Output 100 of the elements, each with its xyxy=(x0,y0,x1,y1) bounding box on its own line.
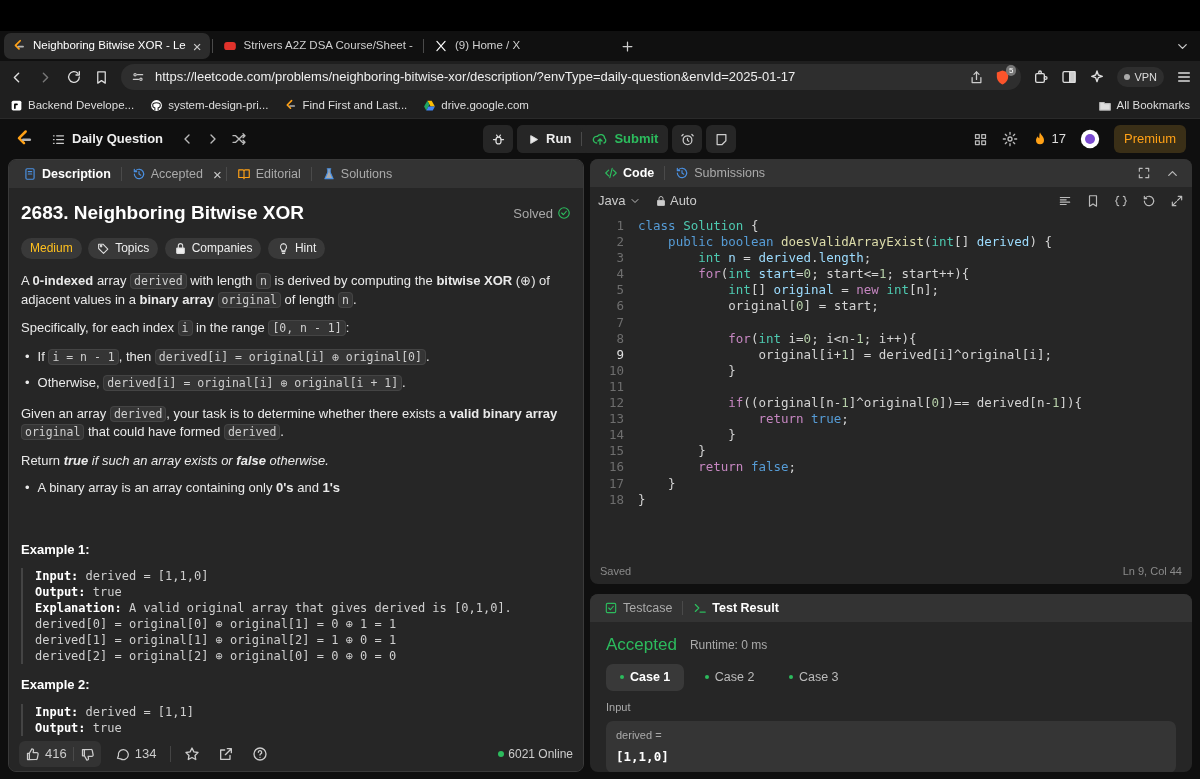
share-icon[interactable] xyxy=(218,746,235,762)
panel-tab[interactable]: Accepted xyxy=(125,162,209,186)
panel-tab[interactable]: Editorial xyxy=(230,162,307,186)
line-number: 5 xyxy=(615,282,625,299)
solved-status: Solved xyxy=(513,204,553,223)
example-heading: Example 1: xyxy=(21,540,91,559)
help-icon[interactable] xyxy=(252,746,269,762)
lock-icon xyxy=(173,242,187,256)
cloud-upload-icon xyxy=(592,131,609,147)
thumbs-up-icon xyxy=(25,746,40,762)
language-dropdown[interactable]: Java xyxy=(598,190,641,211)
bookmark-link[interactable]: All Bookmarks xyxy=(1097,96,1190,115)
fullscreen-icon[interactable] xyxy=(1137,166,1151,180)
browser-tab[interactable]: Strivers A2Z DSA Course/Sheet - xyxy=(214,33,421,59)
input-label: Input xyxy=(606,699,632,715)
case-tab[interactable]: Case 1 xyxy=(606,664,685,691)
avatar-icon[interactable] xyxy=(1079,129,1100,149)
grid-icon[interactable] xyxy=(972,131,988,147)
share-icon[interactable] xyxy=(969,69,985,85)
code-line: } xyxy=(697,443,706,460)
braces-icon[interactable] xyxy=(1114,193,1128,208)
expand-icon[interactable] xyxy=(1170,193,1184,208)
save-status: Saved xyxy=(600,563,632,579)
star-icon[interactable] xyxy=(184,746,201,762)
bookmark-link[interactable]: drive.google.com xyxy=(423,96,529,115)
code-line: class Solution { xyxy=(638,218,759,235)
book-icon xyxy=(236,167,251,181)
line-number: 7 xyxy=(615,314,625,331)
x-logo-icon xyxy=(433,39,448,53)
site-settings-icon[interactable] xyxy=(131,70,145,84)
example-line: Explanation: A valid original array that gives derived is [0,1,0]. xyxy=(35,600,513,617)
panel-tab[interactable]: Test Result xyxy=(687,596,785,620)
browser-tab[interactable]: Neighboring Bitwise XOR - Le × xyxy=(4,33,210,59)
result-status: Accepted xyxy=(606,634,677,656)
debug-button[interactable] xyxy=(483,125,514,153)
r-logo-icon xyxy=(10,99,23,112)
status-dot xyxy=(1124,74,1131,80)
problem-title: 2683. Neighboring Bitwise XOR xyxy=(21,202,304,225)
reload-icon[interactable] xyxy=(66,69,82,85)
panel-tab[interactable]: Solutions xyxy=(315,162,399,186)
line-number: 16 xyxy=(607,459,625,476)
menu-icon[interactable] xyxy=(1176,69,1192,85)
extensions-icon[interactable] xyxy=(1033,69,1050,85)
bookmark-link[interactable]: system-design-pri... xyxy=(150,96,269,115)
tag-button[interactable]: Hint xyxy=(267,237,326,260)
line-number: 3 xyxy=(615,250,625,267)
sparkle-icon[interactable] xyxy=(1089,69,1106,85)
sidebar-icon[interactable] xyxy=(1061,69,1078,85)
close-icon[interactable]: × xyxy=(212,166,222,182)
runtime-text: Runtime: 0 ms xyxy=(689,636,768,654)
code-line: int n = derived.length; xyxy=(697,250,872,267)
new-tab-icon[interactable] xyxy=(619,38,635,54)
check-circle-icon xyxy=(557,206,571,221)
bookmark-icon[interactable] xyxy=(1086,193,1100,208)
premium-button[interactable]: Premium xyxy=(1113,125,1186,153)
panel-tab[interactable]: Testcase xyxy=(598,596,679,620)
streak-count: 17 xyxy=(1051,130,1066,149)
count-badge: 5 xyxy=(1005,64,1017,76)
tag-button[interactable]: Companies xyxy=(164,237,262,260)
case-tab[interactable]: Case 3 xyxy=(774,664,853,691)
alarm-icon xyxy=(679,131,695,147)
lock-icon xyxy=(654,194,667,207)
notes-button[interactable] xyxy=(706,125,737,153)
bullet-item: • Otherwise, derived[i] = original[i] ⊕ original[i + 1] . xyxy=(25,374,407,393)
example-line: Input: derived = [1,1] xyxy=(35,703,195,720)
line-number: 6 xyxy=(615,298,625,315)
timer-button[interactable] xyxy=(672,125,703,153)
daily-question-link[interactable]: Daily Question xyxy=(50,129,164,149)
address-bar[interactable]: https://leetcode.com/problems/neighboring-bitwise-xor/description/?envType=daily-question&envId=2025-01-17 5 xyxy=(121,64,1022,90)
example-heading: Example 2: xyxy=(21,676,91,694)
leetcode-logo-icon xyxy=(12,39,26,53)
line-number: 12 xyxy=(607,395,625,412)
shuffle-icon[interactable] xyxy=(231,131,248,147)
panel-tab[interactable]: Submissions xyxy=(669,161,772,185)
bookmark-link[interactable]: Find First and Last... xyxy=(284,96,408,115)
settings-icon[interactable] xyxy=(1001,131,1018,147)
case-tab[interactable]: Case 2 xyxy=(690,664,769,691)
panel-tab[interactable]: Code xyxy=(598,161,661,185)
note-icon xyxy=(713,131,729,147)
comments-button[interactable]: 134 xyxy=(108,741,163,767)
line-number: 18 xyxy=(607,491,625,508)
bookmark-link[interactable]: Backend Develope... xyxy=(10,96,135,115)
example-line: Input: derived = [1,1,0] xyxy=(35,568,210,585)
tag-button[interactable]: Topics xyxy=(88,237,159,260)
bookmark-icon[interactable] xyxy=(94,69,109,85)
line-number: 8 xyxy=(615,330,625,347)
parameter-value: [1,1,0] xyxy=(616,747,670,766)
paragraph: Return true if such an array exists or false otherwise. xyxy=(21,451,330,470)
example-line: derived[0] = original[0] ⊕ original[1] = 0 ⊕ 1 = 1 xyxy=(35,616,398,633)
flask-icon xyxy=(321,167,336,181)
example-line: derived[2] = original[2] ⊕ original[0] = 0 ⊕ 0 = 0 xyxy=(35,648,398,665)
history-icon xyxy=(131,167,146,181)
vpn-button[interactable]: VPN xyxy=(1117,66,1164,88)
line-number: 14 xyxy=(607,427,625,444)
close-icon[interactable]: × xyxy=(192,38,202,54)
panel-tab[interactable]: Description xyxy=(17,162,117,186)
reset-icon[interactable] xyxy=(1142,193,1156,208)
difficulty-badge[interactable]: Medium xyxy=(21,237,82,260)
browser-tab[interactable]: (9) Home / X xyxy=(425,33,612,59)
code-line: original[0] = start; xyxy=(727,298,879,315)
